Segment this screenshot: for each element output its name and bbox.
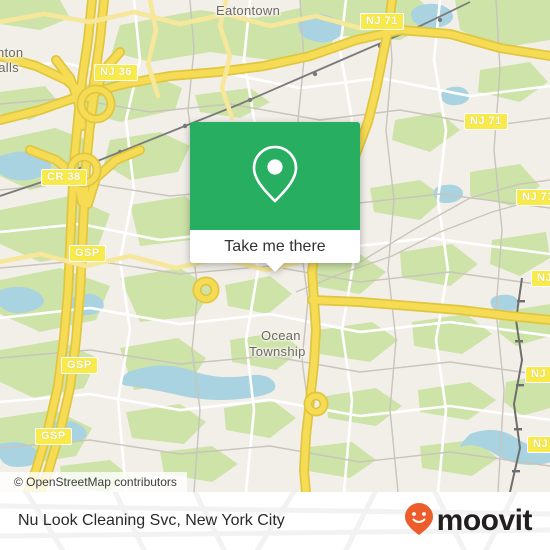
route-shield-nj71-right-bottom[interactable]: NJ 71 <box>527 436 550 453</box>
take-me-there-label: Take me there <box>224 237 326 255</box>
place-label-eatontown: Eatontown <box>216 3 281 18</box>
map-canvas[interactable]: Eatontown Tinton Falls Ocean Township NJ… <box>0 0 550 492</box>
attribution-text: © OpenStreetMap contributors <box>14 475 177 489</box>
place-label-falls: Falls <box>0 60 19 75</box>
footer-bar: Nu Look Cleaning Svc, New York City moov… <box>0 492 550 550</box>
route-shield-nj71-upper-right[interactable]: NJ 71 <box>464 113 508 130</box>
route-shield-nj71-right-lower[interactable]: NJ 71 <box>525 366 550 383</box>
popup-tail-pointer <box>266 263 284 272</box>
popup-header <box>190 122 360 230</box>
route-shield-nj71-north[interactable]: NJ 71 <box>360 13 404 30</box>
route-shield-nj36[interactable]: NJ 36 <box>94 64 138 81</box>
place-label-township: Township <box>249 344 306 359</box>
route-shield-gsp-upper[interactable]: GSP <box>69 245 106 262</box>
route-shield-cr38[interactable]: CR 38 <box>41 169 87 186</box>
moovit-wordmark: moovit <box>436 504 533 537</box>
route-shield-nj-edge[interactable]: NJ <box>531 270 550 287</box>
route-shield-gsp-middle[interactable]: GSP <box>61 357 98 374</box>
place-label-tinton: Tinton <box>0 45 24 60</box>
location-popup[interactable]: Take me there <box>190 122 360 272</box>
map-pin-icon <box>249 143 301 210</box>
moovit-logo[interactable]: moovit <box>404 502 533 541</box>
route-shield-nj71-right-upper[interactable]: NJ 71 <box>516 189 550 206</box>
popup-footer[interactable]: Take me there <box>190 230 360 272</box>
map-attribution[interactable]: © OpenStreetMap contributors <box>0 472 187 492</box>
route-shield-gsp-lower[interactable]: GSP <box>35 428 72 445</box>
page-title: Nu Look Cleaning Svc, New York City <box>18 512 285 529</box>
place-label-ocean: Ocean <box>261 328 301 343</box>
moovit-pin-icon <box>404 502 434 541</box>
